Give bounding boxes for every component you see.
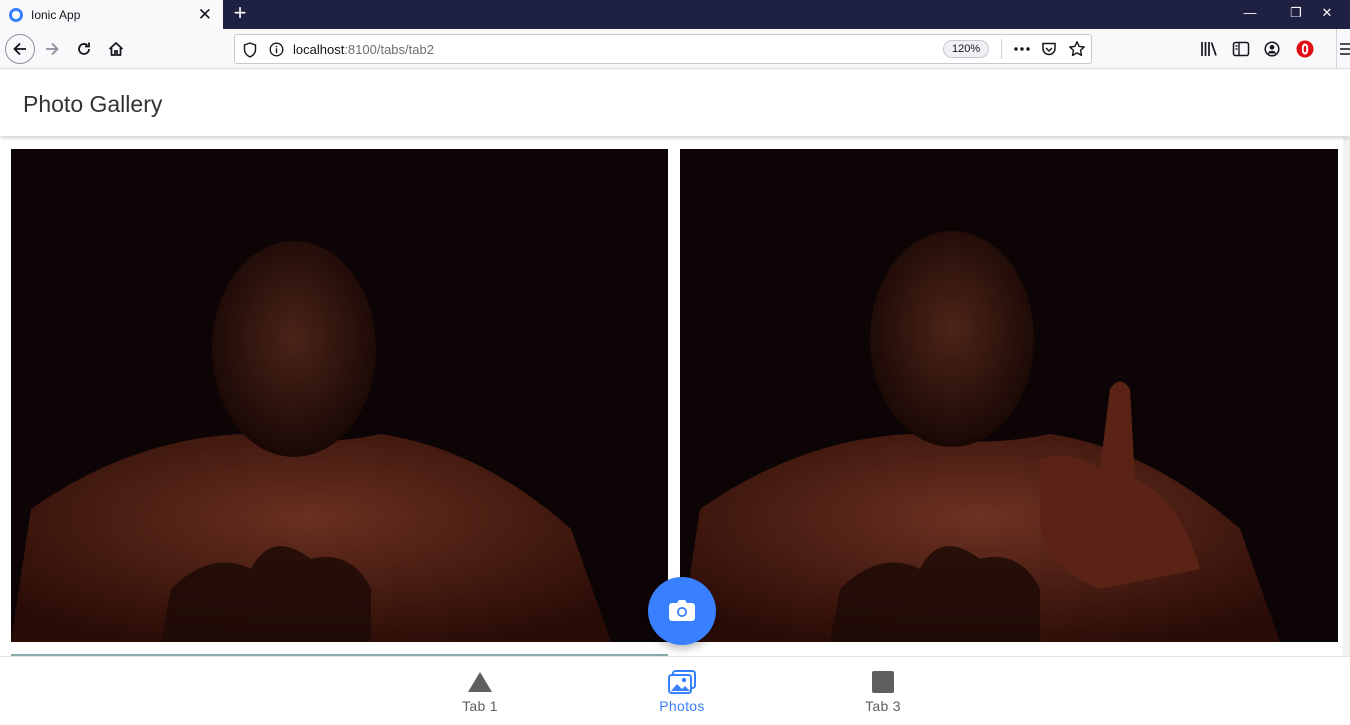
images-icon	[668, 670, 696, 694]
photo-image	[11, 149, 668, 642]
pocket-icon[interactable]	[1041, 41, 1057, 57]
tab-tab3[interactable]: Tab 3	[823, 657, 943, 725]
tab-label: Tab 3	[865, 698, 901, 714]
menu-icon[interactable]	[1340, 42, 1350, 56]
camera-icon	[669, 600, 695, 621]
minimize-button[interactable]: —	[1227, 0, 1273, 29]
url-host: localhost	[293, 42, 345, 57]
browser-tab[interactable]: Ionic App ✕	[0, 0, 223, 29]
reload-icon	[78, 42, 90, 55]
window-close-button[interactable]: ✕	[1304, 0, 1350, 29]
home-icon	[108, 41, 124, 56]
shield-icon[interactable]	[243, 42, 257, 58]
new-tab-button[interactable]: +	[229, 0, 251, 29]
back-button[interactable]	[5, 34, 35, 64]
page-title: Photo Gallery	[23, 91, 163, 117]
scrollbar[interactable]	[1343, 137, 1350, 656]
reload-button[interactable]	[70, 35, 98, 63]
sidebar-icon[interactable]	[1232, 41, 1250, 57]
star-icon[interactable]	[1068, 40, 1086, 58]
url-path: :8100/tabs/tab2	[344, 42, 434, 57]
tab-photos[interactable]: Photos	[622, 657, 742, 725]
zoom-badge[interactable]: 120%	[943, 40, 990, 58]
triangle-icon	[468, 672, 492, 692]
url-bar[interactable]: localhost:8100/tabs/tab2 120%	[234, 34, 1092, 64]
extension-icon[interactable]	[1296, 40, 1314, 58]
browser-navbar: localhost:8100/tabs/tab2 120%	[0, 29, 1350, 69]
take-photo-button[interactable]	[648, 577, 716, 645]
photo-thumbnail[interactable]	[680, 149, 1338, 642]
tab-label: Photos	[659, 698, 705, 714]
photo-thumbnail[interactable]	[11, 149, 668, 642]
home-button[interactable]	[102, 35, 130, 63]
forward-button[interactable]	[38, 35, 66, 63]
tab-tab1[interactable]: Tab 1	[420, 657, 540, 725]
square-icon	[872, 671, 894, 693]
tab-label: Tab 1	[462, 698, 498, 714]
url-text[interactable]: localhost:8100/tabs/tab2	[293, 42, 434, 57]
close-tab-icon[interactable]: ✕	[198, 6, 212, 23]
ionic-favicon-icon	[9, 7, 23, 22]
account-icon[interactable]	[1264, 41, 1280, 57]
info-icon[interactable]	[269, 42, 284, 57]
more-icon[interactable]	[1013, 42, 1031, 56]
arrow-left-icon	[13, 42, 26, 56]
tab-title: Ionic App	[31, 7, 81, 22]
arrow-right-icon	[46, 42, 59, 56]
photo-image	[680, 149, 1338, 642]
app-header: Photo Gallery	[0, 70, 1350, 136]
toolbar-separator	[1336, 29, 1337, 69]
browser-titlebar: Ionic App ✕ + — ❐ ✕	[0, 0, 1350, 29]
tab-bar: Tab 1 Photos Tab 3	[0, 656, 1350, 724]
library-icon[interactable]	[1200, 41, 1218, 57]
url-separator	[1001, 39, 1002, 59]
